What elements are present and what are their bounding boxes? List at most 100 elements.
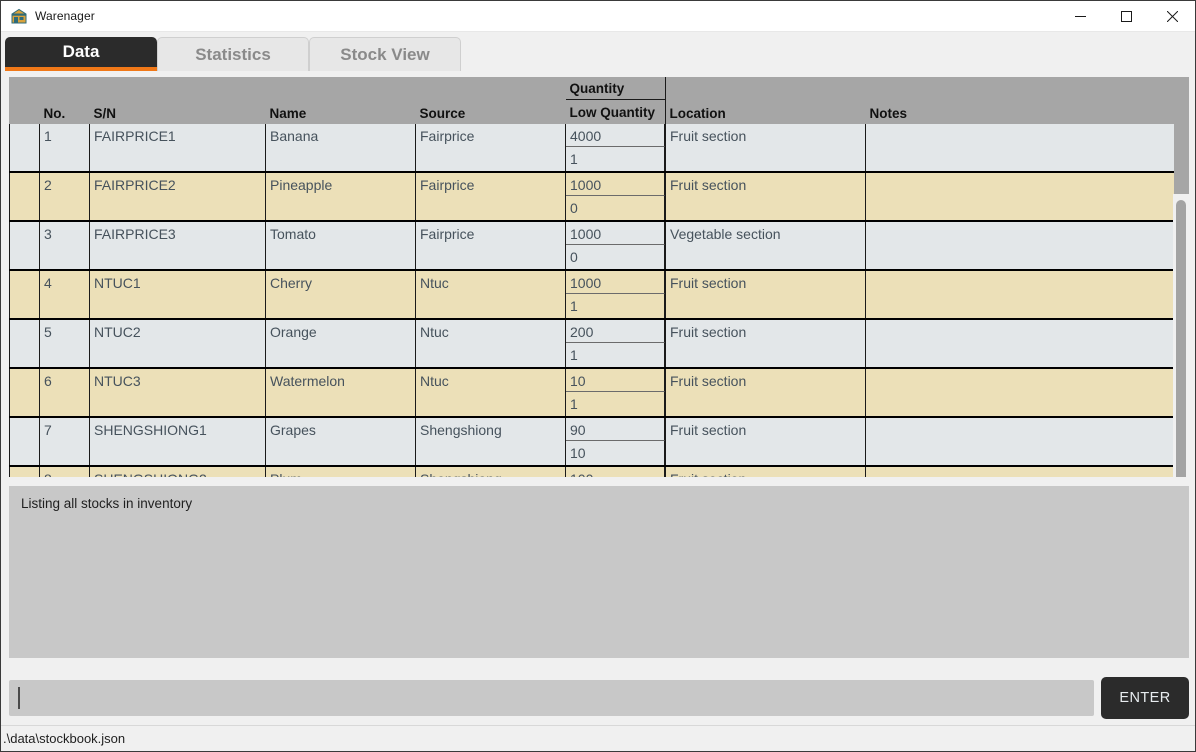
cell-name-text: Grapes [270,422,316,438]
cell-location-text: Fruit section [670,373,747,389]
cell-quantity: 200 [566,320,665,343]
cell-sn: SHENGSHIONG2 [89,466,266,477]
col-header-source[interactable]: Source [415,77,566,124]
cell-sn-text: FAIRPRICE1 [94,128,176,144]
cell-notes-text [866,271,1174,274]
cell-source-text: Ntuc [420,324,449,340]
maximize-icon[interactable] [1103,1,1149,32]
cell-quantity: 100 [566,467,665,477]
application-window: Warenager Data Statistics Stock View No.… [0,0,1196,752]
cell-no: 7 [39,417,90,467]
cell-sn: FAIRPRICE2 [89,172,266,222]
col-header-quantity: Quantity [565,77,666,100]
cell-no: 4 [39,270,90,320]
stock-table-container[interactable]: No. S/N Name Source Quantity Low Quantit… [9,77,1189,477]
cell-low-quantity: 1 [566,343,665,367]
cell-name: Pineapple [265,172,416,222]
cell-source-text: Fairprice [420,177,475,193]
tab-data-label: Data [62,42,100,61]
col-header-no[interactable]: No. [39,77,90,124]
cell-quantity: 1000 [566,173,665,196]
cell-name: Orange [265,319,416,369]
tab-stock-view-label: Stock View [340,44,430,64]
cell-sn: NTUC2 [89,319,266,369]
cell-notes [865,124,1174,173]
col-header-notes[interactable]: Notes [865,77,1174,124]
close-icon[interactable] [1149,1,1195,32]
enter-button[interactable]: ENTER [1101,677,1189,719]
cell-no: 2 [39,172,90,222]
col-header-quantity-group[interactable]: Quantity Low Quantity [565,77,666,124]
table-vertical-scrollbar[interactable] [1173,194,1189,477]
tab-stock-view[interactable]: Stock View [309,37,461,71]
table-row[interactable]: 7 SHENGSHIONG1 Grapes Shengshiong 90 10 Fruit … [9,417,1174,467]
cell-source: Fairprice [415,172,566,222]
row-select-cell[interactable] [9,172,40,222]
cell-quantity: 10 [566,369,665,392]
row-select-cell[interactable] [9,270,40,320]
cell-notes [865,172,1174,222]
row-select-cell[interactable] [9,466,40,477]
table-row[interactable]: 8SHENGSHIONG2PlumShengshiong100Fruit sec… [9,466,1174,477]
cell-quantity-group: 90 10 [565,417,666,467]
col-header-sn[interactable]: S/N [89,77,266,124]
cell-source: Fairprice [415,221,566,271]
row-select-cell[interactable] [9,319,40,369]
cell-notes [865,368,1174,418]
col-header-location[interactable]: Location [665,77,866,124]
tab-statistics-label: Statistics [195,44,271,64]
cell-name-text: Banana [270,128,319,144]
cell-no-text: 4 [44,275,52,291]
cell-quantity-group: 10 1 [565,368,666,418]
command-input[interactable] [9,680,1094,716]
cell-name-text: Plum [266,467,415,477]
cell-quantity: 1000 [566,222,665,245]
header-row: No. S/N Name Source Quantity Low Quantit… [9,77,1174,124]
row-select-cell[interactable] [9,368,40,418]
col-header-select[interactable] [9,77,40,124]
cell-name: Cherry [265,270,416,320]
row-select-cell[interactable] [9,124,40,173]
cell-notes-text [866,467,1174,470]
cell-location-text: Fruit section [670,275,747,291]
cell-no-text: 5 [44,324,52,340]
cell-low-quantity: 1 [566,147,665,171]
cell-notes-text [866,124,1174,127]
cell-source-text: Shengshiong [420,422,502,438]
cell-sn-text: FAIRPRICE3 [94,226,176,242]
cell-name: Tomato [265,221,416,271]
row-select-cell[interactable] [9,221,40,271]
cell-name: Plum [265,466,416,477]
cell-sn-text: NTUC1 [94,275,141,291]
text-caret [18,687,20,709]
cell-quantity: 1000 [566,271,665,294]
cell-notes-text [866,369,1174,372]
cell-sn: SHENGSHIONG1 [89,417,266,467]
minimize-icon[interactable] [1057,1,1103,32]
table-row[interactable]: 1 FAIRPRICE1 Banana Fairprice 4000 1 Fruit sec… [9,124,1174,173]
cell-notes [865,221,1174,271]
cell-low-quantity: 10 [566,441,665,465]
cell-source: Ntuc [415,368,566,418]
enter-button-label: ENTER [1119,690,1171,706]
row-select-cell[interactable] [9,417,40,467]
table-row[interactable]: 3 FAIRPRICE3 Tomato Fairprice 1000 0 Vegetable… [9,221,1174,271]
col-header-name[interactable]: Name [265,77,416,124]
tab-data[interactable]: Data [5,37,157,71]
status-bar: .\data\stockbook.json [1,725,1195,751]
tab-statistics[interactable]: Statistics [157,37,309,71]
cell-sn: FAIRPRICE1 [89,124,266,173]
table-row[interactable]: 5 NTUC2 Orange Ntuc 200 1 Fruit section [9,319,1174,369]
cell-location: Fruit section [665,368,866,418]
cell-location: Fruit section [665,319,866,369]
cell-no: 5 [39,319,90,369]
table-row[interactable]: 4 NTUC1 Cherry Ntuc 1000 1 Fruit section [9,270,1174,320]
table-row[interactable]: 6 NTUC3 Watermelon Ntuc 10 1 Fruit section [9,368,1174,418]
table-scrollbar-thumb[interactable] [1176,200,1186,477]
cell-notes-text [866,320,1174,323]
table-row[interactable]: 2 FAIRPRICE2 Pineapple Fairprice 1000 0 Fruit … [9,172,1174,222]
title-bar: Warenager [1,1,1195,32]
cell-name-text: Orange [270,324,317,340]
cell-source-text: Ntuc [420,275,449,291]
col-header-low-quantity: Low Quantity [566,100,666,124]
